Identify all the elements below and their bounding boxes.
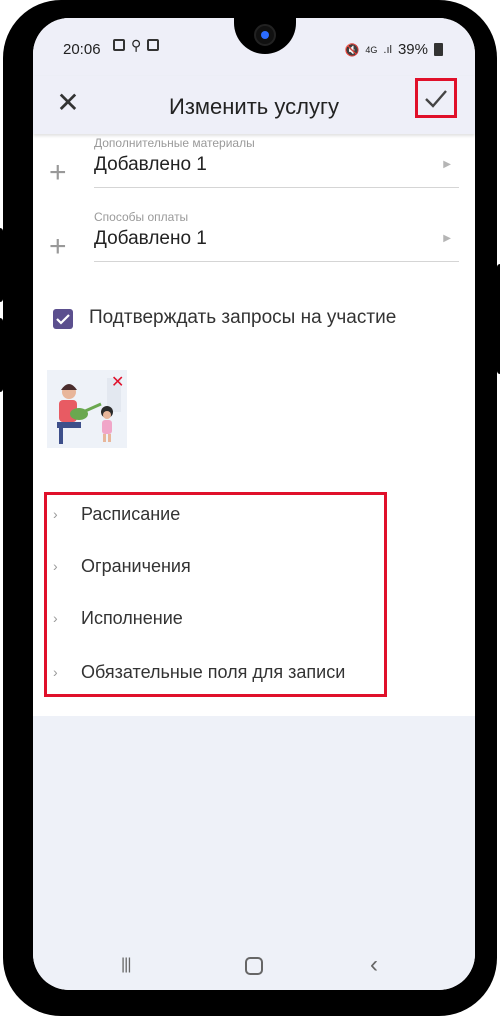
section-label: Обязательные поля для записи xyxy=(81,662,346,682)
phone-frame: 20:06 ⚲ 🔇 4G .ıl 39% ✕ Изменить услугу +… xyxy=(0,0,500,1016)
back-icon[interactable]: ‹ xyxy=(370,951,378,979)
status-time: 20:06 xyxy=(63,41,101,58)
chevron-right-icon: › xyxy=(53,664,58,680)
status-right: 🔇 4G .ıl 39% xyxy=(344,41,443,58)
confirm-requests-row[interactable]: Подтверждать запросы на участие xyxy=(49,306,469,334)
network-type: 4G xyxy=(365,44,378,55)
mute-icon: 🔇 xyxy=(344,42,360,57)
section-restrictions[interactable]: › Ограничения xyxy=(49,554,379,584)
page-title: Изменить услугу xyxy=(169,94,339,119)
recent-apps-icon[interactable]: ||| xyxy=(121,956,132,974)
plus-icon: + xyxy=(49,230,67,263)
chevron-right-icon: › xyxy=(53,506,58,522)
field-value: Добавлено 1 xyxy=(94,154,207,175)
save-button[interactable] xyxy=(415,78,457,118)
chevron-right-icon: › xyxy=(53,610,58,626)
field-underline xyxy=(94,261,459,262)
home-icon[interactable] xyxy=(245,957,263,975)
checkmark-icon xyxy=(56,314,70,325)
chevron-right-icon: ▶ xyxy=(443,159,451,170)
system-navigation-bar: ||| ‹ xyxy=(33,940,475,990)
section-label: Ограничения xyxy=(81,556,191,576)
plus-icon: + xyxy=(49,156,67,189)
app-notification-icon xyxy=(147,39,160,51)
confirm-requests-label: Подтверждать запросы на участие xyxy=(89,307,397,328)
additional-materials-field[interactable]: + Дополнительные материалы Добавлено 1 ▶ xyxy=(33,136,475,192)
chevron-right-icon: ▶ xyxy=(443,233,451,244)
section-execution[interactable]: › Исполнение xyxy=(49,606,379,636)
status-notification-icons: ⚲ xyxy=(113,37,160,53)
camera-lens xyxy=(254,24,276,46)
field-label: Способы оплаты xyxy=(94,210,189,224)
confirm-requests-checkbox[interactable] xyxy=(53,309,73,329)
field-underline xyxy=(94,187,459,188)
volume-down-button xyxy=(0,318,3,392)
check-icon xyxy=(425,90,447,108)
screen: 20:06 ⚲ 🔇 4G .ıl 39% ✕ Изменить услугу +… xyxy=(33,18,475,990)
search-icon: ⚲ xyxy=(131,37,142,53)
battery-icon xyxy=(434,43,443,56)
field-value: Добавлено 1 xyxy=(94,228,207,249)
empty-area xyxy=(33,716,475,940)
section-label: Исполнение xyxy=(81,608,183,628)
section-schedule[interactable]: › Расписание xyxy=(49,502,379,532)
section-required-fields[interactable]: › Обязательные поля для записи xyxy=(49,660,379,690)
section-label: Расписание xyxy=(81,504,181,524)
signal-icon: .ıl xyxy=(383,43,392,56)
remove-image-icon[interactable]: ✕ xyxy=(111,372,124,392)
gallery-icon xyxy=(113,39,125,51)
battery-level: 39% xyxy=(397,41,428,58)
volume-up-button xyxy=(0,228,3,302)
app-bar: ✕ Изменить услугу xyxy=(33,76,475,134)
chevron-right-icon: › xyxy=(53,558,58,574)
payment-methods-field[interactable]: + Способы оплаты Добавлено 1 ▶ xyxy=(33,210,475,266)
field-label: Дополнительные материалы xyxy=(94,136,255,150)
